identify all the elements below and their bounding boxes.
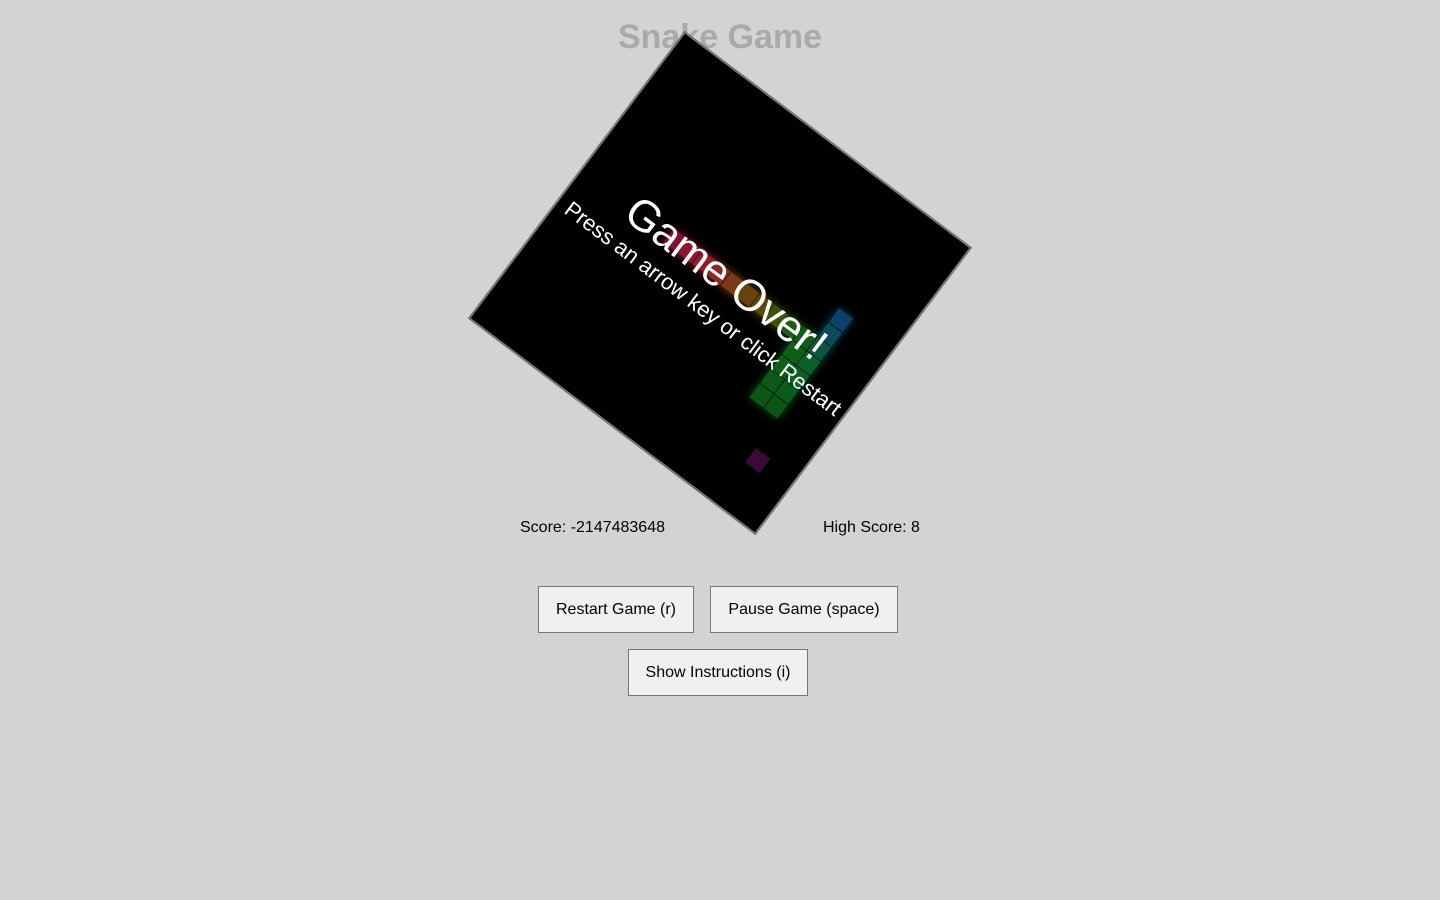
- pause-button[interactable]: Pause Game (space): [710, 586, 898, 633]
- game-board[interactable]: Game Over! Press an arrow key or click R…: [467, 30, 973, 536]
- instructions-button[interactable]: Show Instructions (i): [628, 649, 808, 696]
- score-display: Score: -2147483648: [520, 519, 665, 536]
- food-item: [745, 447, 771, 474]
- game-board-container: Game Over! Press an arrow key or click R…: [467, 30, 973, 536]
- page-title: Snake Game: [617, 18, 823, 56]
- high-score-display: High Score: 8: [823, 519, 920, 536]
- restart-button[interactable]: Restart Game (r): [538, 586, 694, 633]
